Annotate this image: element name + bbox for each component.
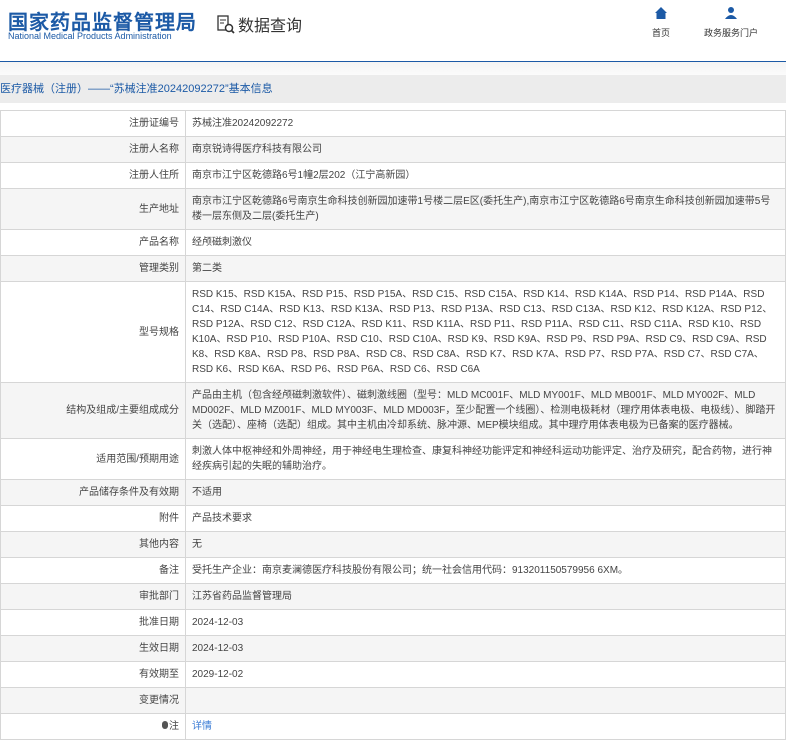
table-row: 型号规格 RSD K15、RSD K15A、RSD P15、RSD P15A、RS… [0,281,786,383]
field-value: 2029-12-02 [185,661,786,688]
table-row: 附件 产品技术要求 [0,505,786,532]
field-label: 适用范围/预期用途 [0,438,186,480]
pin-icon [162,721,168,729]
field-label: 注册人名称 [0,136,186,163]
data-query-label: 数据查询 [238,18,303,35]
nav-home-label: 首页 [652,28,671,38]
field-value: 2024-12-03 [185,609,786,636]
table-row: 产品名称 经颅磁刺激仪 [0,229,786,256]
field-label: 变更情况 [0,687,186,714]
field-value: 刺激人体中枢神经和外周神经，用于神经电生理检查、康复科神经功能评定和神经科运动功… [185,438,786,480]
home-icon [655,7,667,19]
table-row: 备注 受托生产企业：南京麦澜德医疗科技股份有限公司；统一社会信用代码：913201… [0,557,786,584]
field-label: 注册人住所 [0,162,186,189]
table-row-note: 注 详情 [0,713,786,740]
table-row: 审批部门 江苏省药品监督管理局 [0,583,786,610]
field-value: 南京锐诗得医疗科技有限公司 [185,136,786,163]
document-search-icon [217,15,235,34]
field-label: 有效期至 [0,661,186,688]
table-row: 适用范围/预期用途 刺激人体中枢神经和外周神经，用于神经电生理检查、康复科神经功能… [0,438,786,480]
field-value: 不适用 [185,479,786,506]
field-label: 附件 [0,505,186,532]
field-value: 无 [185,531,786,558]
field-label: 生效日期 [0,635,186,662]
table-row: 批准日期 2024-12-03 [0,609,786,636]
nav-home[interactable]: 首页 [652,6,670,39]
field-label: 结构及组成/主要组成成分 [0,382,186,439]
nav-gov-portal-label: 政务服务门户 [704,28,759,38]
site-header: 国家药品监督管理局 National Medical Products Admi… [0,0,786,62]
divider-strip [0,62,786,75]
field-label: 注 [0,713,186,740]
field-label: 其他内容 [0,531,186,558]
field-value: RSD K15、RSD K15A、RSD P15、RSD P15A、RSD C1… [185,281,786,383]
table-row: 生产地址 南京市江宁区乾德路6号南京生命科技创新园加速带1号楼二层E区(委托生产)… [0,188,786,230]
field-label: 管理类别 [0,255,186,282]
details-link[interactable]: 详情 [192,721,212,732]
field-label: 生产地址 [0,188,186,230]
table-row: 注册证编号 苏械注准20242092272 [0,110,786,137]
field-label: 注册证编号 [0,110,186,137]
field-value: 南京市江宁区乾德路6号1幢2层202（江宁高新园） [185,162,786,189]
field-value: 苏械注准20242092272 [185,110,786,137]
nav-gov-portal[interactable]: 政务服务门户 [704,6,758,39]
table-row: 注册人名称 南京锐诗得医疗科技有限公司 [0,136,786,163]
field-label: 审批部门 [0,583,186,610]
table-row: 管理类别 第二类 [0,255,786,282]
field-label: 产品储存条件及有效期 [0,479,186,506]
table-row: 结构及组成/主要组成成分 产品由主机（包含经颅磁刺激软件）、磁刺激线圈（型号：ML… [0,382,786,439]
data-query-title: 数据查询 [216,12,302,36]
field-label: 产品名称 [0,229,186,256]
field-label: 批准日期 [0,609,186,636]
field-value: 受托生产企业：南京麦澜德医疗科技股份有限公司；统一社会信用代码：91320115… [185,557,786,584]
field-value: 产品由主机（包含经颅磁刺激软件）、磁刺激线圈（型号：MLD MC001F、MLD… [185,382,786,439]
field-value: 2024-12-03 [185,635,786,662]
field-value: 南京市江宁区乾德路6号南京生命科技创新园加速带1号楼二层E区(委托生产),南京市… [185,188,786,230]
table-row: 产品储存条件及有效期 不适用 [0,479,786,506]
field-value: 经颅磁刺激仪 [185,229,786,256]
field-value: 产品技术要求 [185,505,786,532]
table-row: 注册人住所 南京市江宁区乾德路6号1幢2层202（江宁高新园） [0,162,786,189]
table-row: 变更情况 [0,687,786,714]
field-value: 第二类 [185,255,786,282]
table-row: 生效日期 2024-12-03 [0,635,786,662]
table-row: 其他内容无 [0,531,786,558]
field-value: 江苏省药品监督管理局 [185,583,786,610]
field-value [185,687,786,714]
field-label: 型号规格 [0,281,186,383]
field-label: 备注 [0,557,186,584]
note-label: 注 [169,721,179,732]
logo-subtitle: National Medical Products Administration [8,31,172,41]
table-row: 有效期至 2029-12-02 [0,661,786,688]
user-icon [725,7,737,19]
detail-table: 注册证编号 苏械注准20242092272 注册人名称 南京锐诗得医疗科技有限公司 注册… [0,110,786,740]
breadcrumb: 医疗器械（注册）——“苏械注准20242092272”基本信息 [0,75,786,103]
